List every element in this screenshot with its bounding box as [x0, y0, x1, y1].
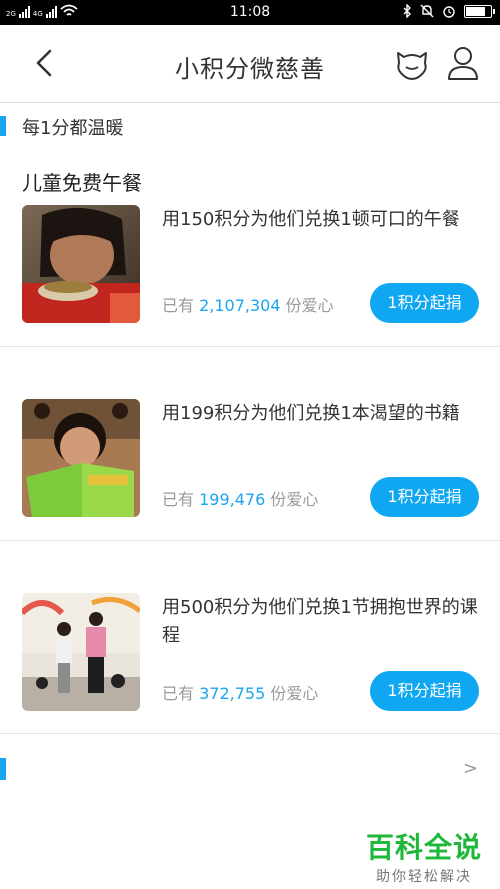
book-photo — [22, 399, 140, 517]
stat-suffix: 份爱心 — [270, 684, 319, 703]
donation-item[interactable]: 用150积分为他们兑换1顿可口的午餐 已有 2,107,304 份爱心 1积分起… — [0, 200, 500, 393]
battery-level — [466, 6, 485, 16]
stat-suffix: 份爱心 — [285, 296, 334, 315]
donation-item[interactable]: 用500积分为他们兑换1节拥抱世界的课程 已有 372,755 份爱心 1积分起… — [0, 588, 500, 781]
item-stat: 已有 199,476 份爱心 — [162, 486, 318, 510]
item-stat: 已有 372,755 份爱心 — [162, 680, 318, 704]
love-count: 199,476 — [199, 490, 266, 509]
lunch-photo — [22, 205, 140, 323]
section-accent-bar — [0, 758, 6, 780]
category-title: 儿童免费午餐 — [22, 171, 142, 195]
donate-button[interactable]: 1积分起捐 — [370, 283, 479, 323]
next-section-header[interactable]: > — [0, 758, 500, 782]
watermark: 百科全说 助你轻松解决 — [366, 826, 482, 886]
stat-prefix: 已有 — [162, 490, 195, 509]
stat-prefix: 已有 — [162, 296, 195, 315]
section-header: 每1分都温暖 — [0, 114, 500, 139]
child-reading-image — [22, 399, 140, 517]
children-mural-image — [22, 593, 140, 711]
stat-suffix: 份爱心 — [270, 490, 319, 509]
battery-icon — [464, 4, 495, 18]
mute-bell-icon — [420, 4, 434, 18]
item-description: 用150积分为他们兑换1顿可口的午餐 — [162, 209, 460, 230]
header: 小积分微慈善 — [0, 25, 500, 103]
item-description: 用199积分为他们兑换1本渴望的书籍 — [162, 403, 460, 424]
love-count: 2,107,304 — [199, 296, 281, 315]
user-profile-icon[interactable] — [446, 43, 480, 83]
love-count: 372,755 — [199, 684, 266, 703]
status-bar: 2G 4G 11:08 — [0, 0, 500, 25]
status-right — [402, 4, 495, 18]
course-photo — [22, 593, 140, 711]
section-accent-bar — [0, 116, 6, 136]
child-eating-image — [22, 205, 140, 323]
donation-item[interactable]: 用199积分为他们兑换1本渴望的书籍 已有 199,476 份爱心 1积分起捐 — [0, 394, 500, 587]
watermark-subtitle: 助你轻松解决 — [375, 869, 472, 885]
cat-mascot-icon[interactable] — [392, 43, 432, 83]
divider — [0, 540, 500, 541]
item-stat: 已有 2,107,304 份爱心 — [162, 292, 334, 316]
divider — [0, 733, 500, 734]
alarm-icon — [443, 6, 455, 18]
watermark-title: 百科全说 — [365, 831, 482, 864]
divider — [0, 346, 500, 347]
item-description: 用500积分为他们兑换1节拥抱世界的课程 — [162, 597, 478, 646]
bluetooth-icon — [403, 4, 411, 18]
section-label: 每1分都温暖 — [22, 118, 124, 139]
chevron-right-icon[interactable]: > — [463, 758, 478, 779]
donate-button[interactable]: 1积分起捐 — [370, 671, 479, 711]
donate-button[interactable]: 1积分起捐 — [370, 477, 479, 517]
stat-prefix: 已有 — [162, 684, 195, 703]
